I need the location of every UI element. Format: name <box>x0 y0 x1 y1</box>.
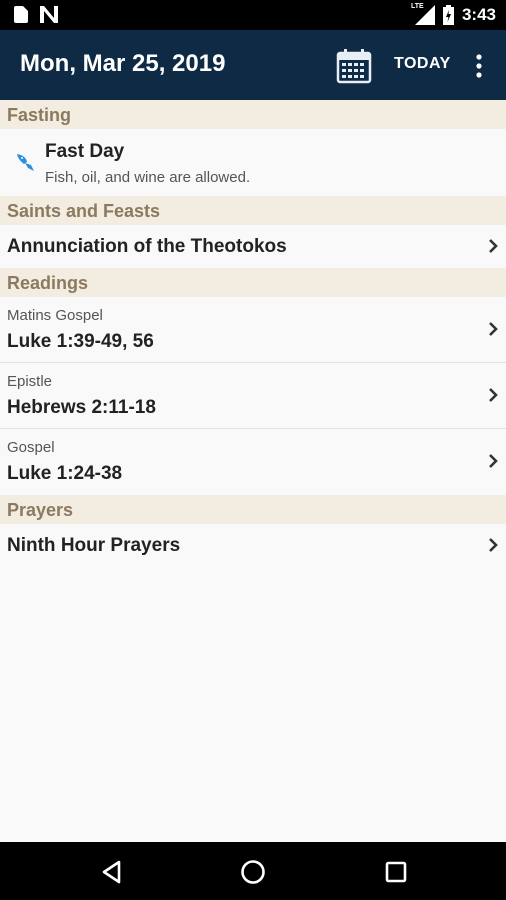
reading-row[interactable]: Gospel Luke 1:24-38 <box>0 429 506 495</box>
section-header-saints: Saints and Feasts <box>0 196 506 225</box>
fasting-description: Fish, oil, and wine are allowed. <box>45 169 251 186</box>
chevron-right-icon <box>489 388 498 402</box>
overflow-menu-icon <box>476 54 482 78</box>
navigation-bar <box>0 842 506 900</box>
fasting-title: Fast Day <box>45 141 125 162</box>
chevron-right-icon <box>489 454 498 468</box>
fish-icon <box>17 154 34 171</box>
back-button[interactable] <box>99 859 125 885</box>
today-button[interactable]: TODAY <box>394 55 451 73</box>
chevron-right-icon <box>489 322 498 336</box>
calendar-icon <box>336 49 372 84</box>
page-title: Mon, Mar 25, 2019 <box>20 50 226 77</box>
status-time: 3:43 <box>461 5 496 24</box>
reading-reference: Hebrews 2:11-18 <box>7 397 156 418</box>
back-triangle-icon <box>102 860 121 884</box>
reading-reference: Luke 1:39-49, 56 <box>7 331 154 352</box>
calendar-button[interactable] <box>336 48 372 84</box>
reading-label: Gospel <box>7 439 55 456</box>
chevron-right-icon <box>489 538 498 552</box>
recents-square-icon <box>385 861 407 883</box>
reading-reference: Luke 1:24-38 <box>7 463 123 484</box>
day-content: Fasting Fast Day Fish, oil, and wine are… <box>0 100 506 567</box>
chevron-right-icon <box>489 239 498 253</box>
reading-label: Epistle <box>7 373 53 390</box>
status-bar: LTE 3:43 <box>0 0 506 30</box>
home-circle-icon <box>241 860 265 884</box>
n-logo-icon <box>40 6 58 23</box>
prayer-title: Ninth Hour Prayers <box>7 535 181 556</box>
home-button[interactable] <box>240 859 266 885</box>
fasting-row: Fast Day Fish, oil, and wine are allowed… <box>0 129 506 196</box>
overflow-menu-button[interactable] <box>468 52 490 80</box>
section-header-readings: Readings <box>0 268 506 297</box>
prayer-row[interactable]: Ninth Hour Prayers <box>0 524 506 567</box>
battery-icon <box>442 5 454 25</box>
app-bar: Mon, Mar 25, 2019 TODAY <box>0 30 506 100</box>
section-header-prayers: Prayers <box>0 495 506 524</box>
notification-file-icon <box>14 6 28 23</box>
reading-row[interactable]: Epistle Hebrews 2:11-18 <box>0 363 506 429</box>
saint-title: Annunciation of the Theotokos <box>7 236 287 257</box>
section-header-fasting: Fasting <box>0 100 506 129</box>
network-type-label: LTE <box>410 3 424 10</box>
saint-row[interactable]: Annunciation of the Theotokos <box>0 225 506 268</box>
reading-label: Matins Gospel <box>7 307 103 324</box>
reading-row[interactable]: Matins Gospel Luke 1:39-49, 56 <box>0 297 506 363</box>
recents-button[interactable] <box>383 859 409 885</box>
